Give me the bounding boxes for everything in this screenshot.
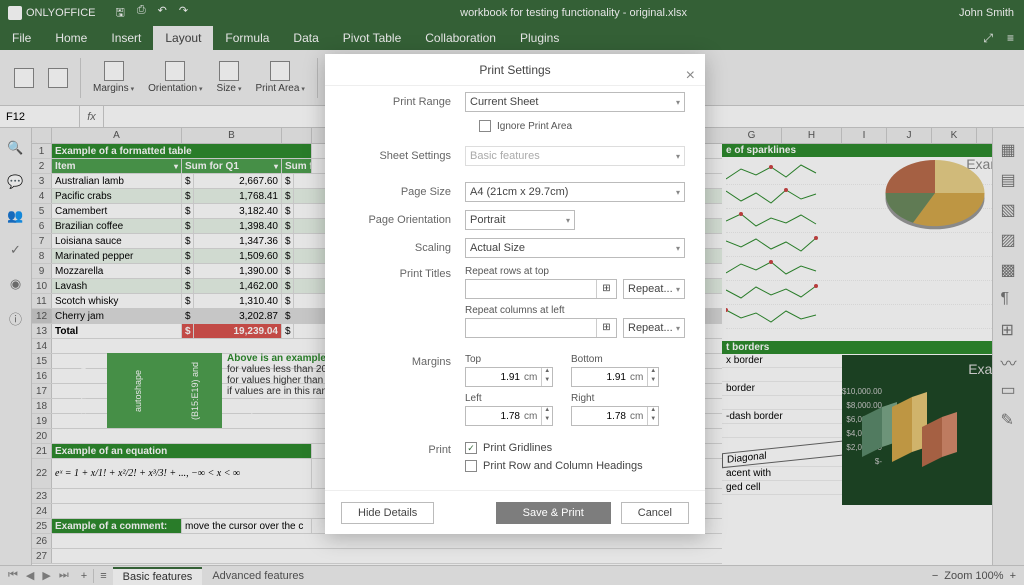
spinner-down-icon[interactable]: ▼	[648, 416, 658, 425]
select-page-size[interactable]: A4 (21cm x 29.7cm)▾	[465, 182, 685, 202]
range-select-icon[interactable]: ⊞	[596, 280, 616, 298]
label-orientation: Page Orientation	[345, 214, 465, 226]
print-settings-dialog: Print Settings × Print Range Current She…	[325, 54, 705, 534]
input-margin-left[interactable]: cm▲▼	[465, 406, 553, 426]
label-margin-left: Left	[465, 393, 553, 404]
dialog-title-bar: Print Settings ×	[325, 54, 705, 86]
spinner-down-icon[interactable]: ▼	[648, 377, 658, 386]
chevron-down-icon: ▾	[676, 324, 680, 333]
select-orientation[interactable]: Portrait▾	[465, 210, 575, 230]
save-print-button[interactable]: Save & Print	[496, 502, 611, 524]
checkbox-ignore-print-area[interactable]: Ignore Print Area	[479, 120, 572, 132]
label-print: Print	[345, 442, 465, 456]
select-scaling[interactable]: Actual Size▾	[465, 238, 685, 258]
label-margin-bottom: Bottom	[571, 354, 659, 365]
chevron-down-icon: ▾	[676, 98, 680, 107]
spinner-up-icon[interactable]: ▲	[648, 368, 658, 377]
dialog-title: Print Settings	[479, 63, 550, 77]
close-icon[interactable]: ×	[686, 60, 695, 92]
checkbox-icon	[465, 460, 477, 472]
spinner-up-icon[interactable]: ▲	[542, 407, 552, 416]
cancel-button[interactable]: Cancel	[621, 502, 689, 524]
input-margin-top[interactable]: cm▲▼	[465, 367, 553, 387]
label-margin-top: Top	[465, 354, 553, 365]
margin-left-field[interactable]	[466, 411, 524, 422]
label-margin-right: Right	[571, 393, 659, 404]
label-print-titles: Print Titles	[345, 266, 465, 280]
chevron-down-icon: ▾	[566, 216, 570, 225]
spinner-up-icon[interactable]: ▲	[542, 368, 552, 377]
checkbox-gridlines[interactable]: ✓Print Gridlines	[465, 442, 685, 454]
label-scaling: Scaling	[345, 242, 465, 254]
spinner-up-icon[interactable]: ▲	[648, 407, 658, 416]
select-repeat-cols[interactable]: Repeat...▾	[623, 318, 685, 338]
select-sheet[interactable]: Basic features▾	[465, 146, 685, 166]
chevron-down-icon: ▾	[676, 152, 680, 161]
unit-label: cm	[630, 372, 647, 383]
label-sheet-settings: Sheet Settings	[345, 150, 465, 162]
dialog-footer: Hide Details Save & Print Cancel	[325, 490, 705, 534]
select-repeat-rows[interactable]: Repeat...▾	[623, 279, 685, 299]
dialog-body: Print Range Current Sheet▾ Ignore Print …	[325, 86, 705, 490]
label-repeat-cols: Repeat columns at left	[465, 305, 685, 316]
hide-details-button[interactable]: Hide Details	[341, 502, 434, 524]
margin-right-field[interactable]	[572, 411, 630, 422]
input-repeat-cols[interactable]: ⊞	[465, 318, 617, 338]
margin-top-field[interactable]	[466, 372, 524, 383]
checkbox-icon: ✓	[465, 442, 477, 454]
checkbox-rowcol-headings[interactable]: Print Row and Column Headings	[465, 460, 685, 472]
spinner-down-icon[interactable]: ▼	[542, 416, 552, 425]
checkbox-icon	[479, 120, 491, 132]
label-repeat-rows: Repeat rows at top	[465, 266, 685, 277]
unit-label: cm	[524, 411, 541, 422]
chevron-down-icon: ▾	[676, 285, 680, 294]
chevron-down-icon: ▾	[676, 244, 680, 253]
unit-label: cm	[630, 411, 647, 422]
margin-bottom-field[interactable]	[572, 372, 630, 383]
input-repeat-rows[interactable]: ⊞	[465, 279, 617, 299]
label-print-range: Print Range	[345, 96, 465, 108]
unit-label: cm	[524, 372, 541, 383]
input-margin-right[interactable]: cm▲▼	[571, 406, 659, 426]
select-print-range[interactable]: Current Sheet▾	[465, 92, 685, 112]
chevron-down-icon: ▾	[676, 188, 680, 197]
label-margins: Margins	[345, 354, 465, 368]
label-page-size: Page Size	[345, 186, 465, 198]
range-select-icon[interactable]: ⊞	[596, 319, 616, 337]
spinner-down-icon[interactable]: ▼	[542, 377, 552, 386]
input-margin-bottom[interactable]: cm▲▼	[571, 367, 659, 387]
